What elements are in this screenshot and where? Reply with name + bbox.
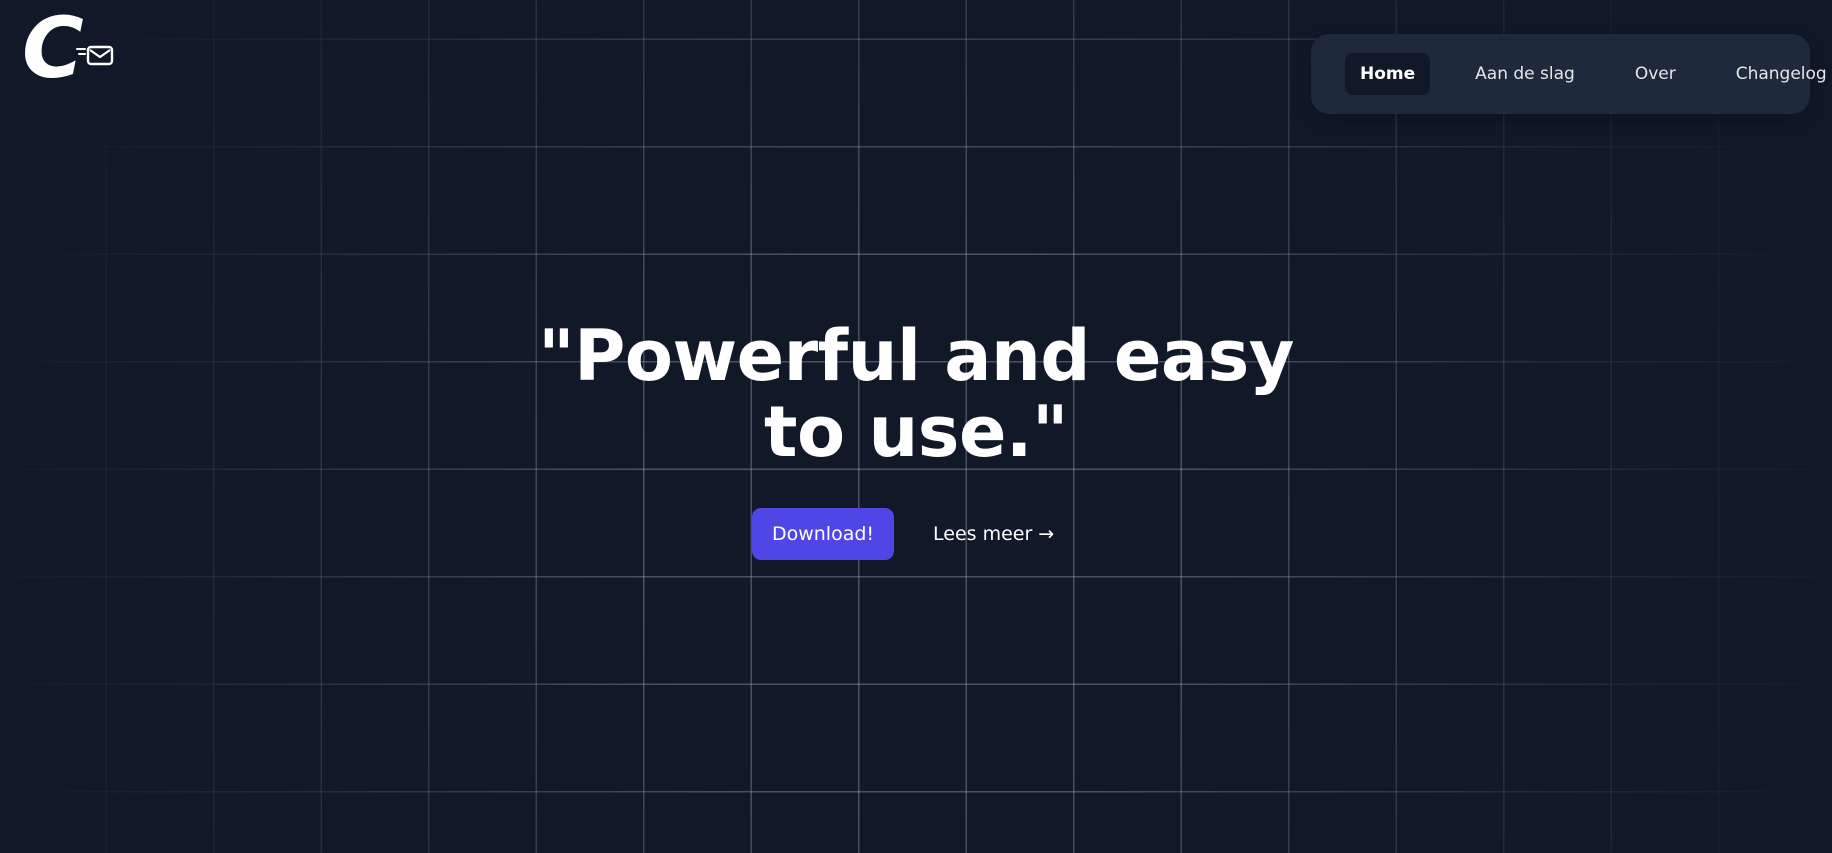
page: C Home Aan de slag Over Changelog "Power… <box>0 0 1832 853</box>
mail-icon <box>76 45 114 66</box>
logo-letter: C <box>22 0 84 97</box>
nav-item-home[interactable]: Home <box>1345 53 1431 95</box>
nav-item-over[interactable]: Over <box>1620 53 1691 95</box>
logo[interactable]: C <box>22 6 114 96</box>
hero: "Powerful and easy to use." <box>0 318 1832 470</box>
hero-actions: Download! Lees meer → <box>752 508 1054 560</box>
nav-item-aan-de-slag[interactable]: Aan de slag <box>1460 53 1590 95</box>
nav-item-changelog[interactable]: Changelog <box>1721 53 1832 95</box>
download-button[interactable]: Download! <box>752 508 894 560</box>
read-more-link[interactable]: Lees meer → <box>933 523 1054 545</box>
top-nav: Home Aan de slag Over Changelog <box>1311 34 1827 114</box>
hero-title: "Powerful and easy to use." <box>538 315 1294 473</box>
